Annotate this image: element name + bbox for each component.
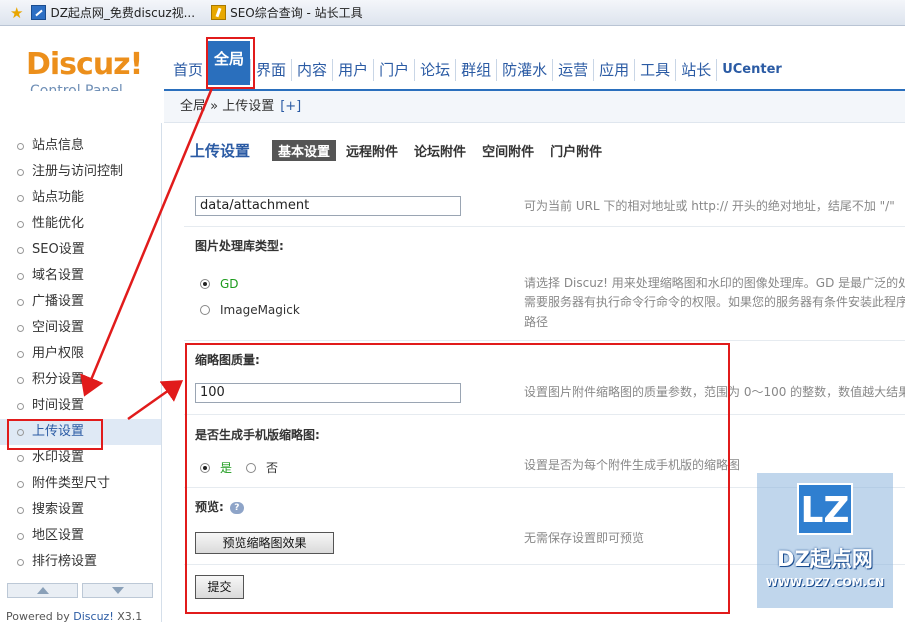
topnav-content[interactable]: 内容: [291, 59, 332, 81]
tab-remote-attachments[interactable]: 远程附件: [340, 140, 404, 161]
breadcrumb-text: 全局 » 上传设置: [180, 99, 275, 114]
radio-imagemagick-button[interactable]: [200, 305, 210, 315]
tab-portal-attachments[interactable]: 门户附件: [544, 140, 608, 161]
sidebar-item-site-info[interactable]: 站点信息: [0, 133, 161, 159]
attach-dir-input[interactable]: data/attachment: [195, 196, 461, 216]
topnav-users[interactable]: 用户: [332, 59, 373, 81]
scroll-up-button[interactable]: [7, 583, 78, 598]
sidebar-fold-area: [0, 91, 162, 123]
radio-gd-label: GD: [220, 277, 239, 291]
sidebar-item-performance[interactable]: 性能优化: [0, 211, 161, 237]
tab-basic-settings[interactable]: 基本设置: [272, 140, 337, 161]
watermark-logo: LZ: [797, 483, 853, 535]
sidebar-item-site-features[interactable]: 站点功能: [0, 185, 161, 211]
topnav-home[interactable]: 首页: [168, 59, 208, 81]
watermark-url: WWW.DZ7.COM.CN: [765, 576, 885, 589]
highlight-box-global-tab: [206, 37, 255, 89]
topnav-webmaster[interactable]: 站长: [675, 59, 716, 81]
sidebar-item-attachment-types[interactable]: 附件类型尺寸: [0, 471, 161, 497]
sidebar-scroll-buttons: [7, 583, 153, 598]
tab-forum-attachments[interactable]: 论坛附件: [408, 140, 472, 161]
topnav-forum[interactable]: 论坛: [414, 59, 455, 81]
powered-prefix: Powered by: [6, 610, 74, 622]
highlight-box-upload-item: [7, 419, 103, 450]
sidebar-item-time[interactable]: 时间设置: [0, 393, 161, 419]
sidebar-item-user-permissions[interactable]: 用户权限: [0, 341, 161, 367]
image-lib-tip-2: 需要服务器有执行命令行命令的权限。如果您的服务器有条件安装此程序: [524, 295, 905, 309]
topnav-tools[interactable]: 工具: [634, 59, 675, 81]
arrow-up-icon: [36, 587, 49, 594]
favorites-star-icon[interactable]: ★: [10, 4, 23, 22]
site-watermark: LZ DZ起点网 WWW.DZ7.COM.CN: [757, 473, 893, 608]
sidebar: 站点信息 注册与访问控制 站点功能 性能优化 SEO设置 域名设置 广播设置 空…: [0, 91, 162, 622]
image-lib-tip-1: 请选择 Discuz! 用来处理缩略图和水印的图像处理库。GD 是最广泛的处: [524, 276, 905, 290]
separator: [184, 340, 905, 341]
radio-imagemagick[interactable]: ImageMagick: [200, 303, 300, 317]
tab-space-attachments[interactable]: 空间附件: [476, 140, 540, 161]
top-nav: 首页 全局 界面 内容 用户 门户 论坛 群组 防灌水 运营 应用 工具 站长 …: [168, 41, 787, 85]
image-lib-label: 图片处理库类型:: [195, 239, 284, 253]
bookmarks-bar: ★ DZ起点网_免费discuz视... SEO综合查询 - 站长工具: [0, 0, 905, 26]
powered-by: Powered by Discuz! X3.1: [6, 610, 142, 622]
separator: [184, 226, 905, 227]
highlight-box-thumb-settings: [185, 343, 730, 614]
sidebar-item-region[interactable]: 地区设置: [0, 523, 161, 549]
sidebar-item-credits[interactable]: 积分设置: [0, 367, 161, 393]
sidebar-item-ranking[interactable]: 排行榜设置: [0, 549, 161, 575]
topnav-antispam[interactable]: 防灌水: [496, 59, 552, 81]
breadcrumb-add-shortcut[interactable]: [+]: [280, 99, 301, 114]
radio-gd-button[interactable]: [200, 279, 210, 289]
bookmark-dz[interactable]: DZ起点网_免费discuz视...: [31, 4, 195, 21]
sidebar-item-domain[interactable]: 域名设置: [0, 263, 161, 289]
sidebar-item-seo[interactable]: SEO设置: [0, 237, 161, 263]
topnav-groups[interactable]: 群组: [455, 59, 496, 81]
sidebar-menu: 站点信息 注册与访问控制 站点功能 性能优化 SEO设置 域名设置 广播设置 空…: [0, 133, 161, 575]
dz-site-icon: [31, 5, 47, 20]
page-title: 上传设置: [190, 142, 251, 160]
topnav-portal[interactable]: 门户: [373, 59, 414, 81]
powered-version: X3.1: [113, 610, 143, 622]
sidebar-item-broadcast[interactable]: 广播设置: [0, 289, 161, 315]
seo-tool-icon: [211, 5, 227, 20]
scroll-down-button[interactable]: [82, 583, 153, 598]
bookmark-dz-label: DZ起点网_免费discuz视...: [50, 6, 196, 20]
topnav-interface[interactable]: 界面: [250, 59, 291, 81]
watermark-name: DZ起点网: [777, 547, 873, 571]
logo[interactable]: Discuz! Control Panel: [26, 47, 143, 99]
breadcrumb: 全局 » 上传设置 [+]: [164, 91, 905, 123]
powered-brand-link[interactable]: Discuz!: [73, 610, 113, 622]
bookmark-seo[interactable]: SEO综合查询 - 站长工具: [211, 4, 363, 21]
radio-gd[interactable]: GD: [200, 277, 239, 291]
sidebar-item-register-access[interactable]: 注册与访问控制: [0, 159, 161, 185]
header: Discuz! Control Panel 首页 全局 界面 内容 用户 门户 …: [0, 27, 905, 99]
topnav-apps[interactable]: 应用: [593, 59, 634, 81]
logo-main: Discuz!: [26, 47, 143, 82]
image-lib-tip-3: 路径: [524, 315, 549, 329]
topnav-operations[interactable]: 运营: [552, 59, 593, 81]
arrow-down-icon: [111, 587, 124, 594]
title-row: 上传设置 基本设置 远程附件 论坛附件 空间附件 门户附件: [190, 140, 612, 161]
topnav-ucenter[interactable]: UCenter: [716, 59, 787, 81]
attach-dir-tip: 可为当前 URL 下的相对地址或 http:// 开头的绝对地址，结尾不加 "/…: [524, 199, 895, 213]
sidebar-item-search[interactable]: 搜索设置: [0, 497, 161, 523]
radio-imagemagick-label: ImageMagick: [220, 303, 300, 317]
sidebar-item-space[interactable]: 空间设置: [0, 315, 161, 341]
bookmark-seo-label: SEO综合查询 - 站长工具: [230, 6, 363, 20]
